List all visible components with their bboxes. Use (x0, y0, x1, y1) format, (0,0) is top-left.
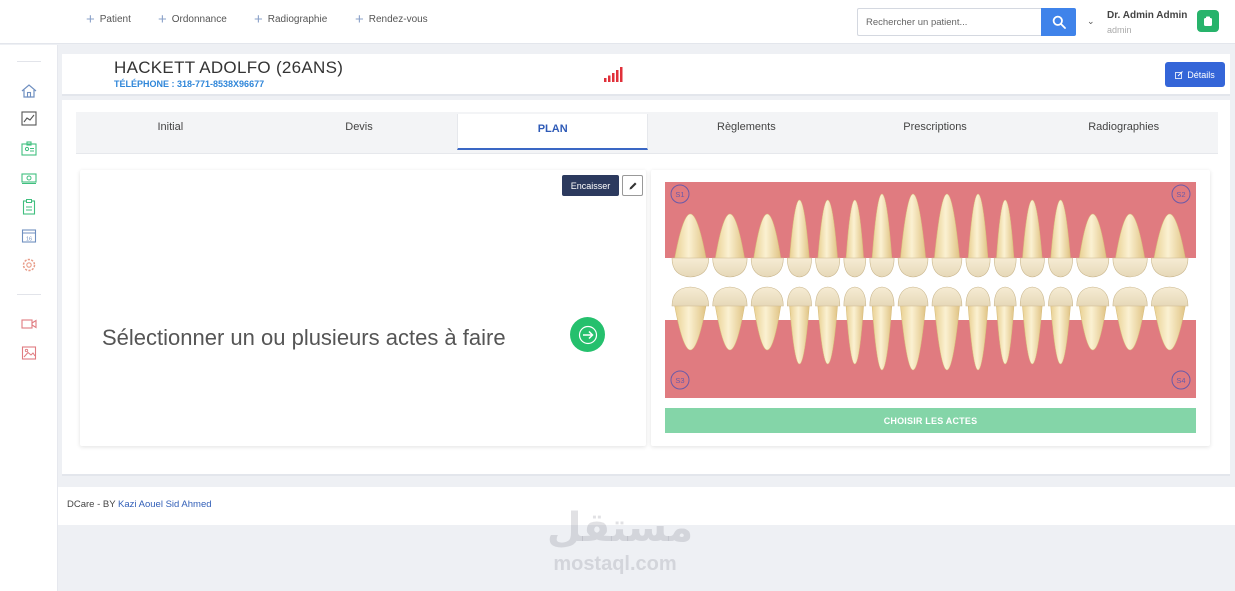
go-button[interactable] (570, 317, 605, 352)
top-bar: + Patient + Ordonnance + Radiographie + … (0, 0, 1235, 44)
quick-add-ordonnance[interactable]: + Ordonnance (158, 10, 227, 28)
home-icon[interactable] (20, 82, 38, 100)
user-role: admin (1107, 25, 1132, 35)
sidebar-divider (17, 294, 41, 295)
tab-devis[interactable]: Devis (265, 112, 454, 153)
patient-search-input[interactable] (857, 8, 1041, 36)
patient-phone: TÉLÉPHONE : 318-771-8538X96677 (114, 79, 265, 89)
dental-chart[interactable]: S1 S2 S3 S4 (665, 182, 1196, 398)
watermark-arabic: مستقل (546, 505, 694, 551)
edit-icon (1175, 70, 1184, 79)
footer-credit: DCare - BY Kazi Aouel Sid Ahmed (67, 499, 212, 510)
calendar-day-label: 16 (26, 236, 32, 242)
main-panel: Initial Devis PLAN Règlements Prescripti… (62, 100, 1230, 476)
settings-icon[interactable] (20, 256, 38, 274)
sector-label: S1 (675, 190, 684, 199)
tab-reglements[interactable]: Règlements (652, 112, 841, 153)
details-label: Détails (1187, 69, 1215, 80)
upper-gum (665, 182, 1196, 258)
lower-gum (665, 320, 1196, 398)
dental-chart-card: S1 S2 S3 S4 CHOISIR LES ACTES (651, 170, 1210, 446)
watermark-latin: mostaql.com (553, 553, 677, 575)
select-actions-prompt: Sélectionner un ou plusieurs actes à fai… (102, 325, 506, 350)
footer-author-link[interactable]: Kazi Aouel Sid Ahmed (118, 499, 211, 510)
quick-add-patient[interactable]: + Patient (86, 10, 131, 28)
patient-card-icon[interactable] (20, 140, 38, 158)
calendar-icon[interactable]: 16 (20, 227, 38, 245)
tab-bar: Initial Devis PLAN Règlements Prescripti… (76, 112, 1218, 154)
pencil-icon (629, 182, 636, 189)
chart-icon[interactable] (20, 110, 38, 128)
cash-icon[interactable] (20, 169, 38, 187)
tab-prescriptions[interactable]: Prescriptions (841, 112, 1030, 153)
tab-radiographies[interactable]: Radiographies (1029, 112, 1218, 153)
search-button[interactable] (1041, 8, 1076, 36)
user-menu-chevron-down-icon[interactable]: ⌄ (1087, 16, 1095, 27)
user-badge-icon[interactable] (1197, 10, 1219, 32)
sector-label: S4 (1176, 376, 1185, 385)
quick-add-rendez-vous[interactable]: + Rendez-vous (355, 10, 428, 28)
video-icon[interactable] (20, 315, 38, 333)
quick-add-radiographie[interactable]: + Radiographie (254, 10, 327, 28)
patient-name: HACKETT ADOLFO (26ANS) (114, 58, 344, 77)
encaisser-button[interactable]: Encaisser (562, 175, 619, 196)
clipboard-icon[interactable] (20, 198, 38, 216)
tab-initial[interactable]: Initial (76, 112, 265, 153)
patient-header: HACKETT ADOLFO (26ANS) TÉLÉPHONE : 318-7… (62, 54, 1230, 96)
signal-strength-icon (604, 67, 623, 82)
image-icon[interactable] (20, 344, 38, 362)
edit-button[interactable] (622, 175, 643, 196)
sector-label: S3 (675, 376, 684, 385)
sector-label: S2 (1176, 190, 1185, 199)
arrow-right-icon (578, 325, 597, 344)
sidebar-divider (17, 61, 41, 62)
plus-icon: + (254, 10, 263, 28)
plus-icon: + (86, 10, 95, 28)
search-icon (1052, 15, 1066, 29)
tab-plan[interactable]: PLAN (457, 114, 649, 150)
sidebar: 16 (0, 45, 58, 591)
watermark: مستقل mostaql.com (540, 505, 700, 585)
plus-icon: + (158, 10, 167, 28)
plus-icon: + (355, 10, 364, 28)
choose-actions-button[interactable]: CHOISIR LES ACTES (665, 408, 1196, 433)
actions-card: Encaisser Sélectionner un ou plusieurs a… (80, 170, 646, 446)
details-button[interactable]: Détails (1165, 62, 1225, 87)
user-name[interactable]: Dr. Admin Admin (1107, 10, 1187, 21)
